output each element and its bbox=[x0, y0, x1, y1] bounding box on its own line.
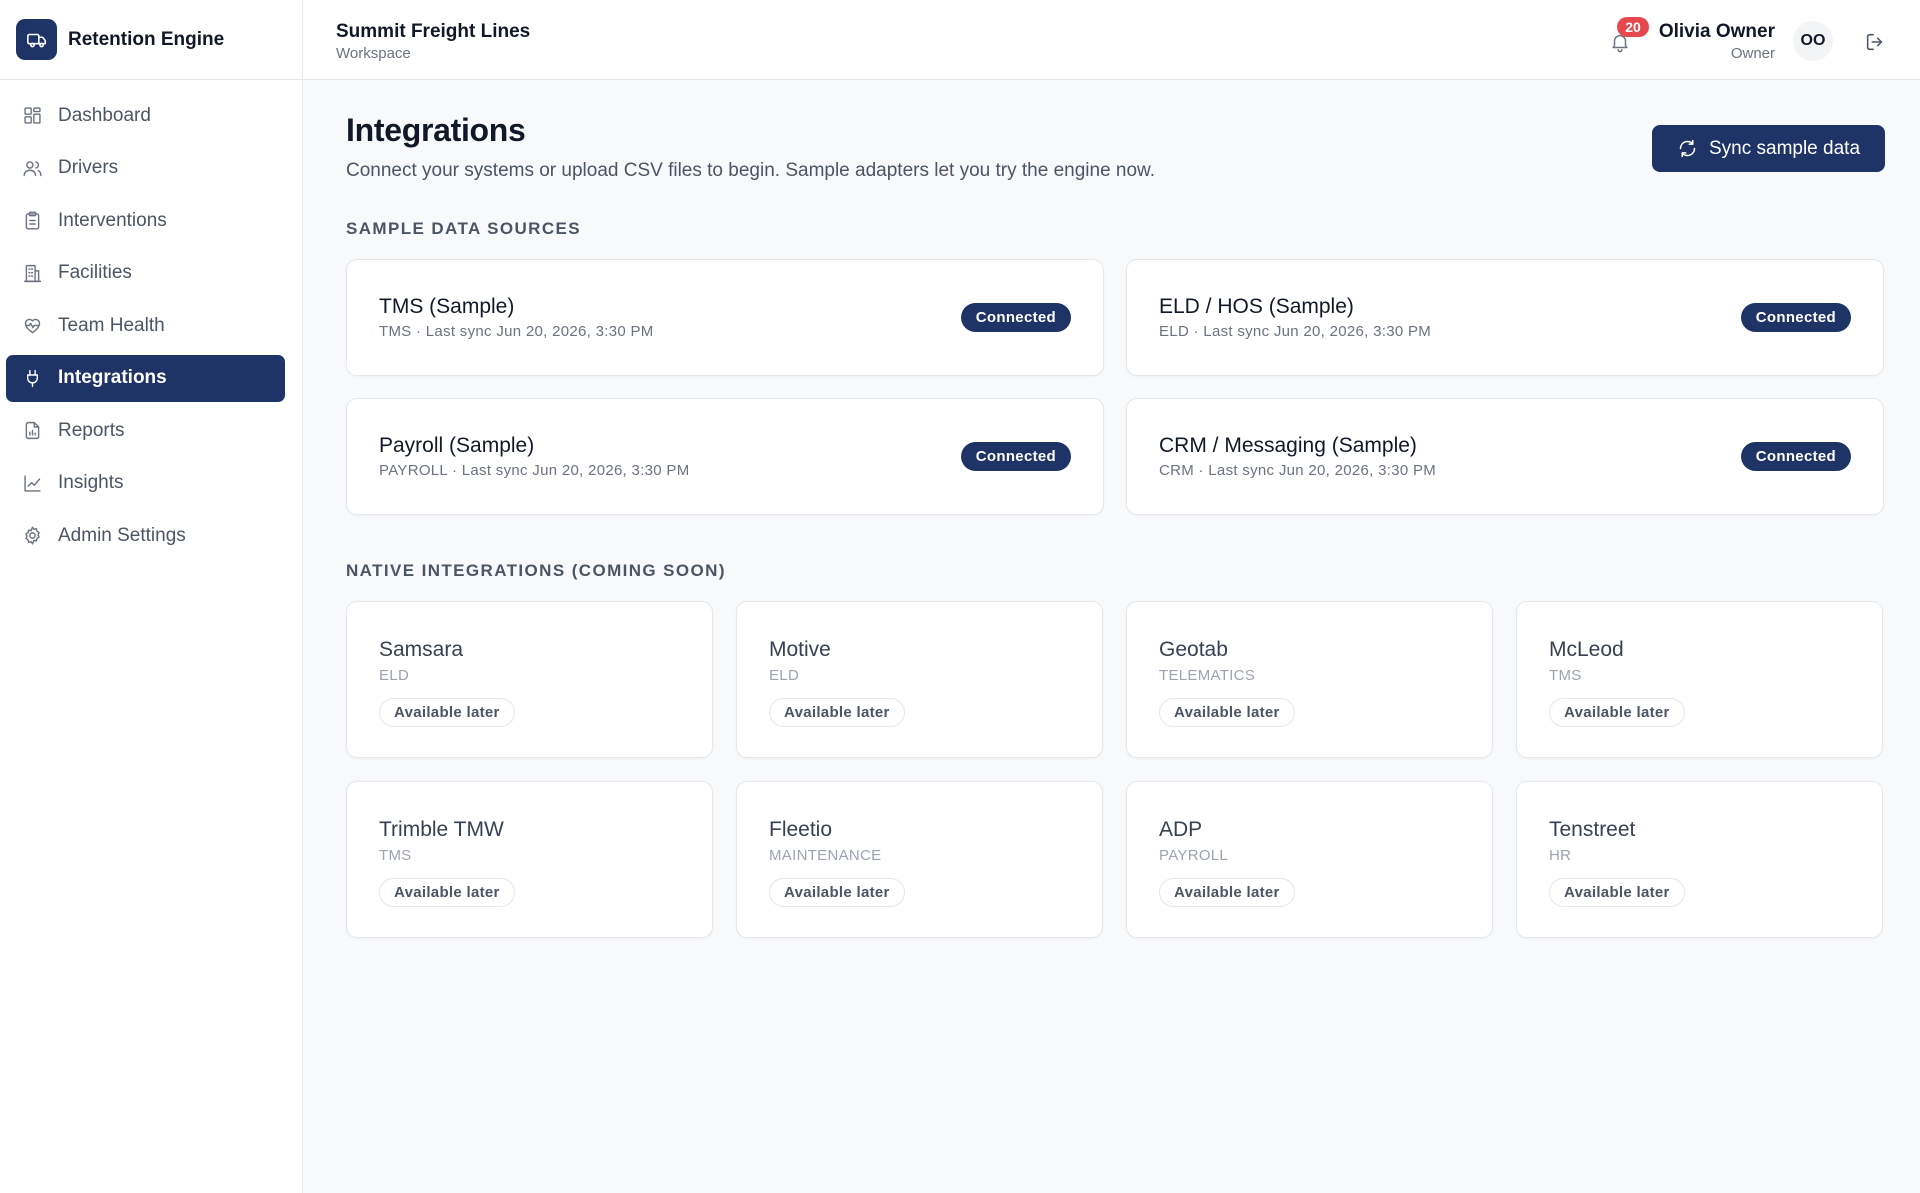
logout-icon[interactable] bbox=[1864, 31, 1886, 53]
native-integration-card[interactable]: Fleetio MAINTENANCE Available later bbox=[736, 781, 1103, 938]
integration-name: Motive bbox=[769, 638, 831, 661]
native-integration-card[interactable]: McLeod TMS Available later bbox=[1516, 601, 1883, 758]
sidebar-nav: Dashboard Drivers Interventions Faciliti… bbox=[0, 80, 302, 559]
integration-type: HR bbox=[1549, 847, 1572, 864]
sidebar-item-label: Insights bbox=[58, 472, 124, 493]
integration-name: Samsara bbox=[379, 638, 464, 661]
sidebar-item-integrations[interactable]: Integrations bbox=[6, 354, 285, 402]
native-integration-card[interactable]: Tenstreet HR Available later bbox=[1516, 781, 1883, 938]
sidebar-item-reports[interactable]: Reports bbox=[6, 407, 285, 454]
org-subtitle: Workspace bbox=[336, 45, 411, 62]
user-role: Owner bbox=[1730, 45, 1775, 62]
status-badge: Available later bbox=[379, 698, 515, 727]
gear-icon bbox=[25, 526, 40, 545]
native-integration-card[interactable]: Motive ELD Available later bbox=[736, 601, 1103, 758]
native-integrations-heading: NATIVE INTEGRATIONS (COMING SOON) bbox=[346, 561, 726, 580]
integration-type: ELD bbox=[379, 667, 410, 684]
brand-name: Retention Engine bbox=[68, 28, 225, 50]
status-badge: Available later bbox=[769, 878, 905, 907]
status-badge: Connected bbox=[960, 442, 1071, 471]
notification-badge: 20 bbox=[1617, 17, 1649, 37]
status-badge: Available later bbox=[769, 698, 905, 727]
integration-type: MAINTENANCE bbox=[769, 847, 882, 864]
sidebar-item-label: Facilities bbox=[58, 262, 132, 283]
sidebar-item-label: Reports bbox=[58, 419, 125, 441]
native-integration-card[interactable]: Trimble TMW TMS Available later bbox=[346, 781, 713, 938]
sidebar-item-team-health[interactable]: Team Health bbox=[6, 302, 285, 349]
top-header: Summit Freight Lines Workspace 20 Olivia… bbox=[303, 0, 1920, 80]
sample-source-card[interactable]: Payroll (Sample) PAYROLL · Last sync Jun… bbox=[346, 398, 1104, 515]
page-description: Connect your systems or upload CSV files… bbox=[346, 160, 1156, 181]
source-name: TMS (Sample) bbox=[379, 295, 515, 318]
source-name: ELD / HOS (Sample) bbox=[1159, 295, 1354, 318]
integration-name: Geotab bbox=[1159, 638, 1228, 661]
status-badge: Available later bbox=[1549, 878, 1685, 907]
sidebar-item-facilities[interactable]: Facilities bbox=[6, 250, 285, 297]
integration-name: ADP bbox=[1159, 818, 1203, 841]
integration-name: McLeod bbox=[1549, 638, 1624, 661]
sidebar-item-label: Interventions bbox=[58, 209, 167, 231]
sidebar-item-label: Integrations bbox=[58, 367, 167, 388]
line-chart-icon bbox=[24, 474, 41, 492]
source-name: Payroll (Sample) bbox=[379, 434, 535, 457]
org-name[interactable]: Summit Freight Lines bbox=[336, 21, 530, 43]
integration-type: ELD bbox=[769, 667, 800, 684]
integration-name: Fleetio bbox=[769, 818, 833, 841]
source-meta: CRM · Last sync Jun 20, 2026, 3:30 PM bbox=[1159, 462, 1437, 479]
clipboard-icon bbox=[25, 211, 40, 230]
sidebar-item-interventions[interactable]: Interventions bbox=[6, 197, 285, 244]
status-badge: Available later bbox=[379, 878, 515, 907]
source-name: CRM / Messaging (Sample) bbox=[1159, 434, 1417, 457]
page-title: Integrations bbox=[346, 112, 526, 148]
integration-name: Tenstreet bbox=[1549, 818, 1636, 841]
sample-source-card[interactable]: ELD / HOS (Sample) ELD · Last sync Jun 2… bbox=[1126, 259, 1884, 376]
users-icon bbox=[23, 160, 42, 176]
status-badge: Connected bbox=[1740, 442, 1851, 471]
sidebar-item-insights[interactable]: Insights bbox=[6, 460, 285, 507]
sidebar-item-dashboard[interactable]: Dashboard bbox=[6, 92, 285, 139]
integration-type: PAYROLL bbox=[1159, 847, 1229, 864]
user-name: Olivia Owner bbox=[1658, 21, 1775, 42]
integration-type: TMS bbox=[379, 847, 412, 864]
brand[interactable]: Retention Engine bbox=[0, 0, 302, 80]
source-meta: PAYROLL · Last sync Jun 20, 2026, 3:30 P… bbox=[379, 462, 690, 479]
file-chart-icon bbox=[25, 421, 40, 440]
source-meta: TMS · Last sync Jun 20, 2026, 3:30 PM bbox=[379, 323, 654, 340]
native-integration-card[interactable]: Samsara ELD Available later bbox=[346, 601, 713, 758]
sidebar-item-drivers[interactable]: Drivers bbox=[6, 145, 285, 192]
sync-button-label: Sync sample data bbox=[1708, 137, 1861, 159]
sidebar-item-label: Drivers bbox=[58, 157, 119, 178]
status-badge: Available later bbox=[1159, 878, 1295, 907]
integration-name: Trimble TMW bbox=[379, 818, 504, 841]
sidebar-item-label: Team Health bbox=[58, 314, 165, 336]
source-meta: ELD · Last sync Jun 20, 2026, 3:30 PM bbox=[1159, 323, 1432, 340]
avatar[interactable]: OO bbox=[1793, 21, 1833, 61]
heart-pulse-icon bbox=[24, 318, 41, 334]
status-badge: Connected bbox=[960, 303, 1071, 332]
plug-icon bbox=[26, 369, 39, 387]
native-integration-card[interactable]: ADP PAYROLL Available later bbox=[1126, 781, 1493, 938]
sample-source-card[interactable]: CRM / Messaging (Sample) CRM · Last sync… bbox=[1126, 398, 1884, 515]
sidebar-item-label: Admin Settings bbox=[58, 524, 186, 546]
integration-type: TMS bbox=[1549, 667, 1582, 684]
building-icon bbox=[23, 264, 42, 282]
status-badge: Available later bbox=[1159, 698, 1295, 727]
sidebar-item-label: Dashboard bbox=[58, 104, 151, 126]
sidebar-item-admin-settings[interactable]: Admin Settings bbox=[6, 512, 285, 559]
sample-sources-heading: SAMPLE DATA SOURCES bbox=[346, 219, 582, 238]
refresh-icon bbox=[1679, 139, 1696, 158]
sidebar: Retention Engine Dashboard Drivers Inter… bbox=[0, 0, 303, 1193]
sample-source-card[interactable]: TMS (Sample) TMS · Last sync Jun 20, 202… bbox=[346, 259, 1104, 376]
sync-sample-data-button[interactable]: Sync sample data bbox=[1652, 125, 1885, 172]
status-badge: Available later bbox=[1549, 698, 1685, 727]
status-badge: Connected bbox=[1740, 303, 1851, 332]
dashboard-icon bbox=[24, 107, 41, 124]
integration-type: TELEMATICS bbox=[1159, 667, 1256, 684]
truck-icon bbox=[16, 19, 57, 60]
native-integration-card[interactable]: Geotab TELEMATICS Available later bbox=[1126, 601, 1493, 758]
